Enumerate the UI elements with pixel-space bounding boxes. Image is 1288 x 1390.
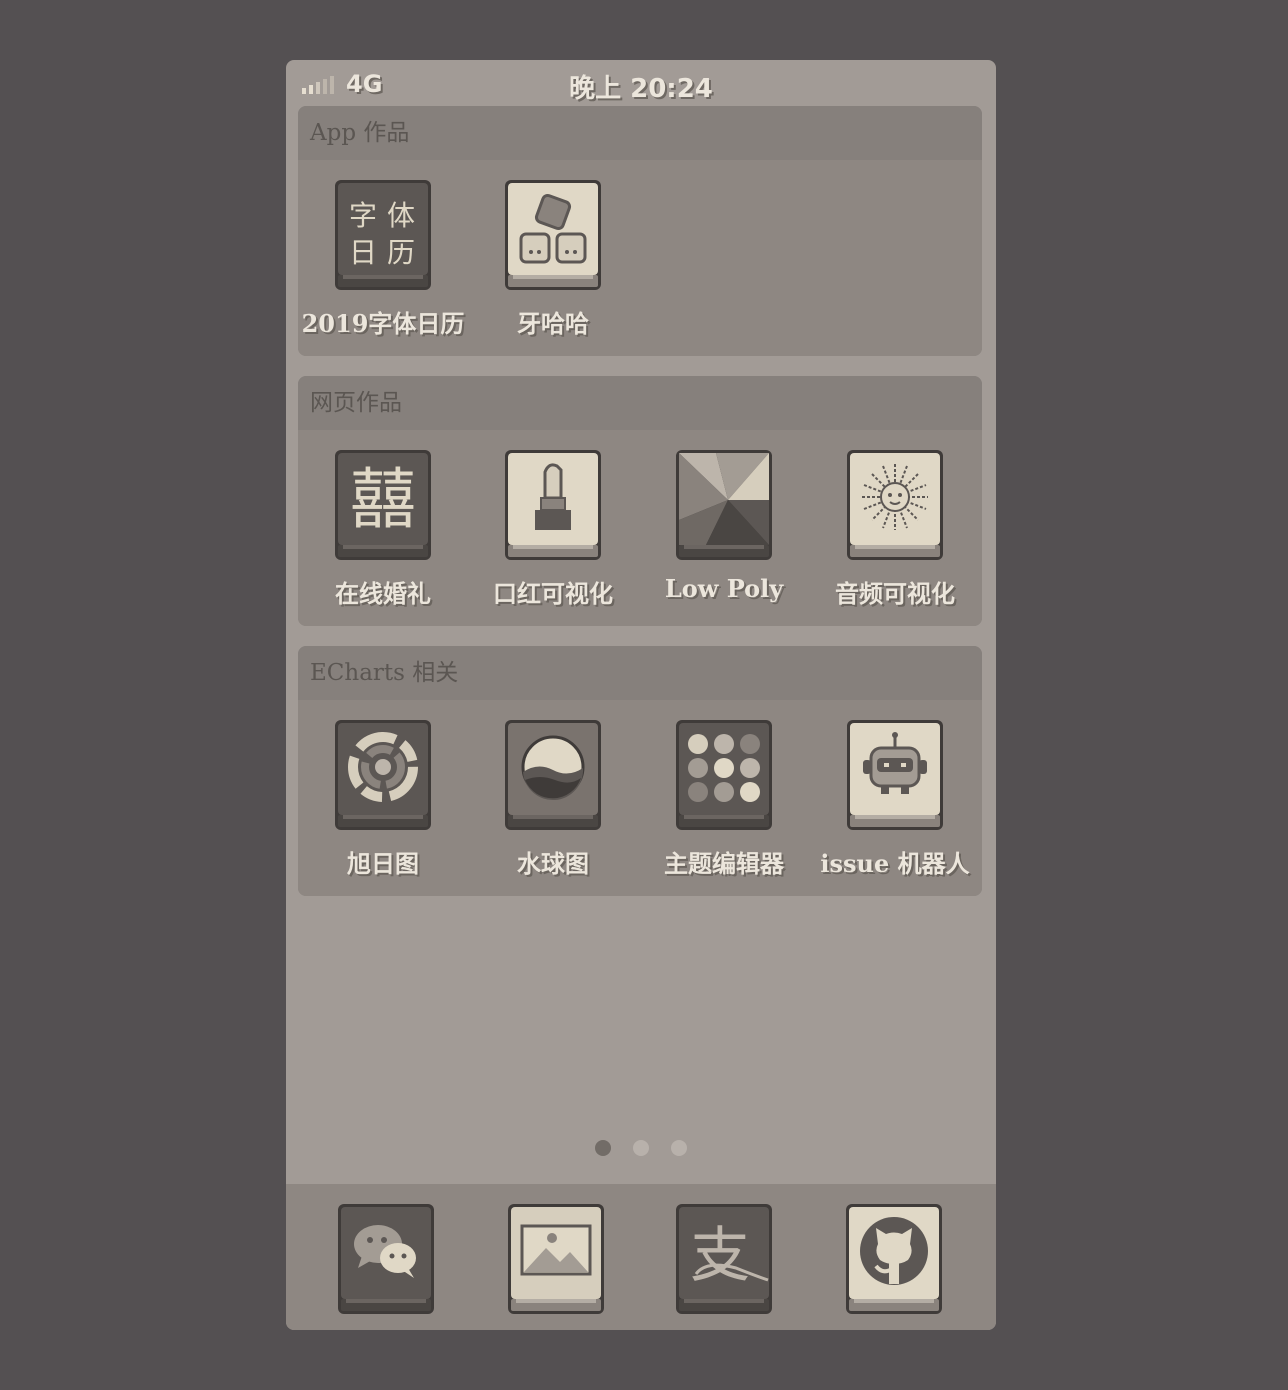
app-label: 旭日图 [347, 849, 419, 878]
app-online-wedding[interactable]: 囍 在线婚礼 [298, 450, 468, 609]
app-label: 2019字体日历 [301, 309, 465, 338]
robot-icon [847, 720, 943, 830]
calendar-glyph-4: 历 [387, 236, 415, 269]
app-audio-visualization[interactable]: 音频可视化 [810, 450, 980, 609]
app-label: 水球图 [517, 849, 589, 878]
dice-icon [505, 180, 601, 290]
calendar-glyph-1: 字 [349, 199, 377, 232]
group-body: 旭日图 水球图 主题编辑器 issue 机器人 [298, 700, 982, 896]
calendar-glyph-3: 日 [349, 236, 377, 269]
sunburst-chart-icon [335, 720, 431, 830]
phone-screen: 4G 晚上 20:24 App 作品 字 体 日 历 2019字体日历 牙哈哈 … [286, 60, 996, 1330]
app-low-poly[interactable]: Low Poly [639, 450, 809, 603]
alipay-icon[interactable]: 支 [676, 1204, 772, 1314]
app-label: 音频可视化 [835, 579, 955, 608]
group-body: 囍 在线婚礼 口红可视化 Low Poly 音频可视化 [298, 430, 982, 626]
group-title: 网页作品 [298, 376, 982, 430]
photos-icon[interactable] [508, 1204, 604, 1314]
app-theme-editor[interactable]: 主题编辑器 [639, 720, 809, 879]
palette-grid-icon [676, 720, 772, 830]
app-sunburst-chart[interactable]: 旭日图 [298, 720, 468, 879]
calendar-glyph-2: 体 [387, 199, 415, 232]
app-label: Low Poly [664, 574, 784, 603]
wedding-glyph: 囍 [350, 461, 416, 538]
lipstick-icon [505, 450, 601, 560]
app-label: 牙哈哈 [517, 309, 589, 338]
page-dot-2[interactable] [633, 1140, 649, 1156]
double-happiness-icon: 囍 [335, 450, 431, 560]
alipay-glyph: 支 [690, 1221, 750, 1291]
app-label: issue 机器人 [820, 849, 970, 878]
app-issue-robot[interactable]: issue 机器人 [810, 720, 980, 879]
page-dot-3[interactable] [671, 1140, 687, 1156]
page-dot-1[interactable] [595, 1140, 611, 1156]
low-poly-icon [676, 450, 772, 560]
clock: 晚上 20:24 [569, 74, 713, 104]
wechat-icon[interactable] [338, 1204, 434, 1314]
app-yahaha[interactable]: 牙哈哈 [468, 180, 638, 339]
sun-burst-icon [847, 450, 943, 560]
group-title: ECharts 相关 [298, 646, 982, 700]
github-icon[interactable] [846, 1204, 942, 1314]
dock: 支 [286, 1184, 996, 1330]
group-app-works: App 作品 字 体 日 历 2019字体日历 牙哈哈 [298, 106, 982, 356]
page-indicator[interactable] [286, 1140, 996, 1160]
app-label: 口红可视化 [493, 579, 613, 608]
group-echarts: ECharts 相关 旭日图 水球图 主题编辑器 issue 机器人 [298, 646, 982, 896]
app-lipstick-visualization[interactable]: 口红可视化 [468, 450, 638, 609]
group-title: App 作品 [298, 106, 982, 160]
app-liquid-fill[interactable]: 水球图 [468, 720, 638, 879]
status-bar: 4G 晚上 20:24 [286, 60, 996, 108]
app-font-calendar[interactable]: 字 体 日 历 2019字体日历 [298, 180, 468, 339]
app-label: 主题编辑器 [664, 849, 784, 878]
app-label: 在线婚礼 [335, 579, 431, 608]
liquid-ball-icon [505, 720, 601, 830]
group-web-works: 网页作品 囍 在线婚礼 口红可视化 Low Poly 音频可视化 [298, 376, 982, 626]
font-calendar-icon: 字 体 日 历 [335, 180, 431, 290]
group-body: 字 体 日 历 2019字体日历 牙哈哈 [298, 160, 982, 356]
